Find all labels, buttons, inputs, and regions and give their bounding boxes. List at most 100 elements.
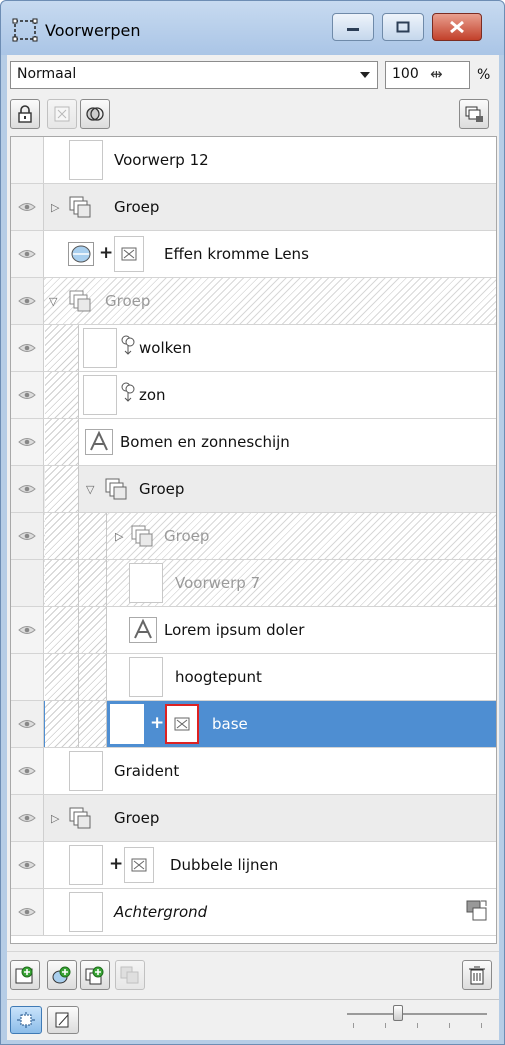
view-thumbnails-icon (17, 1012, 35, 1028)
layer-actions-bar (7, 951, 499, 999)
new-layer-button[interactable] (10, 960, 40, 990)
layer-thumbnail (129, 657, 163, 697)
eye-icon (18, 438, 36, 446)
eye-icon (18, 203, 36, 211)
layer-name: Voorwerp 12 (114, 151, 209, 169)
visibility-toggle[interactable] (11, 184, 44, 230)
opacity-input[interactable]: 100 ⇹ (385, 61, 470, 89)
layer-name: Groep (114, 198, 160, 216)
layer-row-selected[interactable]: + base (11, 701, 496, 748)
visibility-toggle[interactable] (11, 889, 44, 935)
layer-row[interactable]: ▽ Groep (11, 466, 496, 513)
layer-row[interactable]: wolken (11, 325, 496, 372)
layer-thumbnail (69, 751, 103, 791)
indent-guide (79, 513, 107, 559)
lock-layer-icon (465, 106, 483, 122)
view-list-button[interactable] (47, 1006, 79, 1034)
blend-toolbar: Normaal 100 ⇹ % (7, 55, 499, 95)
layer-row[interactable]: ▷ Groep (11, 513, 496, 560)
slider-tick (353, 1023, 354, 1028)
layer-thumbnail (69, 845, 103, 885)
indent-guide (45, 701, 79, 747)
indent-guide (79, 654, 107, 700)
new-adjustment-button[interactable] (47, 960, 77, 990)
eye-icon (18, 908, 36, 916)
indent-guide (79, 701, 107, 747)
indent-guide (79, 607, 107, 653)
background-layer-icon (466, 900, 487, 921)
expand-arrow-icon[interactable]: ▷ (51, 201, 59, 214)
layer-list[interactable]: Voorwerp 12 ▷ Groep + Effen kromme Lens … (10, 136, 497, 944)
expand-arrow-icon[interactable]: ▷ (115, 530, 123, 543)
expand-arrow-icon[interactable]: ▷ (51, 812, 59, 825)
text-layer-icon (85, 429, 113, 455)
layer-name: Bomen en zonneschijn (120, 433, 290, 451)
eye-icon (18, 250, 36, 258)
visibility-toggle[interactable] (11, 560, 44, 606)
layer-thumbnail (110, 704, 144, 744)
visibility-toggle[interactable] (11, 513, 44, 559)
lock-button[interactable] (10, 99, 40, 129)
delete-layer-button[interactable] (462, 960, 492, 990)
layer-row[interactable]: ▷ Groep (11, 184, 496, 231)
slider-handle[interactable] (393, 1005, 403, 1021)
layer-row[interactable]: + Effen kromme Lens (11, 231, 496, 278)
view-thumbnails-button[interactable] (10, 1006, 42, 1034)
visibility-toggle[interactable] (11, 654, 44, 700)
minimize-button[interactable] (332, 13, 374, 41)
layer-thumbnail (83, 328, 117, 368)
plus-icon: + (99, 243, 114, 263)
visibility-toggle[interactable] (11, 842, 44, 888)
opacity-value: 100 (392, 66, 419, 82)
layer-row[interactable]: ▷ Groep (11, 795, 496, 842)
eye-icon (18, 720, 36, 728)
eye-icon (18, 626, 36, 634)
visibility-toggle[interactable] (11, 137, 44, 183)
close-button[interactable] (432, 13, 482, 41)
layer-row[interactable]: Graident (11, 748, 496, 795)
maximize-button[interactable] (382, 13, 424, 41)
indent-guide (45, 325, 79, 371)
layer-row[interactable]: zon (11, 372, 496, 419)
visibility-toggle[interactable] (11, 231, 44, 277)
visibility-toggle[interactable] (11, 419, 44, 465)
trash-icon (469, 966, 485, 985)
layer-row[interactable]: Achtergrond (11, 889, 496, 936)
visibility-toggle[interactable] (11, 607, 44, 653)
indent-guide (45, 513, 79, 559)
layer-thumbnail (129, 563, 163, 603)
visibility-toggle[interactable] (11, 748, 44, 794)
layer-row[interactable]: ▽ Groep (11, 278, 496, 325)
collapse-arrow-icon[interactable]: ▽ (86, 483, 94, 496)
clip-button[interactable] (80, 99, 110, 129)
layer-row[interactable]: Bomen en zonneschijn (11, 419, 496, 466)
lock-layer-button[interactable] (459, 99, 489, 129)
collapse-arrow-icon[interactable]: ▽ (49, 295, 57, 308)
visibility-toggle[interactable] (11, 372, 44, 418)
visibility-toggle[interactable] (11, 325, 44, 371)
indent-guide (45, 560, 79, 606)
thumbnail-size-slider[interactable] (347, 1013, 487, 1015)
layer-name: Voorwerp 7 (175, 574, 261, 592)
layers-window: Voorwerpen Normaal 100 ⇹ % Voorwerp 12 ▷… (0, 0, 505, 1045)
visibility-toggle[interactable] (11, 795, 44, 841)
mask-thumbnail[interactable] (165, 704, 199, 744)
merge-button[interactable] (115, 960, 145, 990)
layer-row[interactable]: Voorwerp 7 (11, 560, 496, 607)
slider-tick (449, 1023, 450, 1028)
layer-row[interactable]: Voorwerp 12 (11, 137, 496, 184)
title-bar[interactable]: Voorwerpen (1, 1, 504, 55)
visibility-toggle[interactable] (11, 278, 44, 324)
visibility-toggle[interactable] (11, 466, 44, 512)
layer-row[interactable]: hoogtepunt (11, 654, 496, 701)
panel-content: Normaal 100 ⇹ % Voorwerp 12 ▷ Groep + Ef… (7, 55, 499, 1040)
new-group-button[interactable] (80, 960, 110, 990)
mask-button[interactable] (47, 99, 77, 129)
visibility-toggle[interactable] (11, 701, 44, 747)
blend-mode-select[interactable]: Normaal (10, 61, 378, 89)
layer-row[interactable]: + Dubbele lijnen (11, 842, 496, 889)
new-group-icon (85, 966, 104, 985)
layer-name: Achtergrond (114, 903, 208, 921)
spin-arrows-icon[interactable]: ⇹ (430, 65, 443, 83)
layer-row[interactable]: Lorem ipsum doler (11, 607, 496, 654)
